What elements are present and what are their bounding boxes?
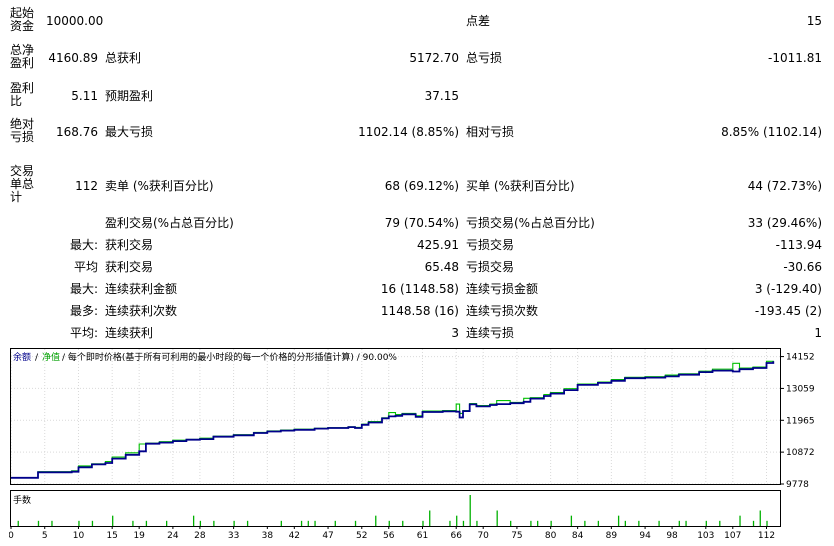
y-tick-label: 9778 [786, 480, 809, 490]
short-trades-label: 卖单 (%获利百分比) [105, 179, 214, 193]
x-tick-label: 24 [167, 531, 179, 541]
net-profit-value: 4160.89 [48, 51, 98, 65]
x-tick-label: 52 [356, 531, 367, 541]
y-tick-label: 13059 [786, 384, 815, 394]
avg-consec-wins-value: 3 [451, 326, 459, 340]
x-tick-label: 19 [133, 531, 145, 541]
max-consec-losses-label: 连续亏损金额 [466, 282, 539, 296]
loss-trades-label: 亏损交易(%占总百分比) [466, 216, 595, 230]
abs-drawdown-value: 168.76 [56, 125, 98, 139]
profit-factor-label: 盈利比 [10, 81, 35, 108]
x-tick-label: 98 [666, 531, 678, 541]
maximal-consec-profit-value: 1148.58 (16) [380, 304, 459, 318]
x-tick-label: 0 [9, 531, 14, 541]
max-consec-prefix: 最大: [69, 282, 98, 296]
x-tick-label: 89 [606, 531, 618, 541]
loss-trades-value: 33 (29.46%) [747, 216, 822, 230]
report-summary: 起始资金 10000.00 点差 15 总净盈利 4160.89 总获利 517… [0, 0, 834, 346]
x-tick-label: 70 [477, 531, 489, 541]
largest-prefix: 最大: [69, 238, 98, 252]
start-capital-label: 起始资金 [10, 6, 35, 33]
max-consec-wins-label: 连续获利金额 [105, 282, 178, 296]
long-trades-value: 44 (72.73%) [747, 179, 822, 193]
x-tick-label: 103 [697, 531, 714, 541]
volume-label: 手数 [13, 494, 31, 506]
total-trades-label: 交易单总计 [10, 164, 35, 204]
largest-profit-label: 获利交易 [105, 238, 154, 252]
short-trades-value: 68 (69.12%) [384, 179, 459, 193]
legend-mode: / 每个即时价格(基于所有可利用的最小时段的每一个价格的分形插值计算) / 90… [62, 351, 397, 363]
average-profit-value: 65.48 [424, 260, 459, 274]
x-tick-label: 107 [724, 531, 741, 541]
legend-equity: 净值 [42, 351, 60, 363]
average-loss-label: 亏损交易 [466, 260, 515, 274]
x-tick-label: 28 [194, 531, 206, 541]
maximal-consec-loss-value: -193.45 (2) [754, 304, 822, 318]
x-tick-label: 66 [450, 531, 462, 541]
profit-trades-label: 盈利交易(%占总百分比) [105, 216, 234, 230]
x-tick-label: 5 [42, 531, 48, 541]
long-trades-label: 买单 (%获利百分比) [466, 179, 575, 193]
maximal-consec-loss-label: 连续亏损次数 [466, 304, 539, 318]
x-tick-label: 33 [228, 531, 239, 541]
expected-payoff-value: 37.15 [424, 89, 459, 103]
avg-consec-wins-label: 连续获利 [105, 326, 154, 340]
x-tick-label: 94 [639, 531, 651, 541]
y-tick-label: 10872 [786, 448, 815, 458]
x-tick-label: 10 [73, 531, 85, 541]
y-tick-label: 14152 [786, 353, 815, 363]
avg-consec-losses-label: 连续亏损 [466, 326, 515, 340]
x-tick-label: 47 [322, 531, 333, 541]
x-tick-label: 15 [106, 531, 117, 541]
max-drawdown-label: 最大亏损 [105, 125, 154, 139]
balance-chart: 9778 10872 11965 13059 14152 0 5 10 15 19 24 28 33 3… [8, 347, 831, 543]
x-tick-label: 112 [758, 531, 775, 541]
average-prefix: 平均 [73, 260, 98, 274]
max-consec-wins-value: 16 (1148.58) [380, 282, 459, 296]
total-trades-value: 112 [75, 179, 98, 193]
x-tick-label: 38 [262, 531, 274, 541]
maximal-consec-profit-label: 连续获利次数 [105, 304, 178, 318]
avg-consec-prefix: 平均: [69, 326, 98, 340]
average-profit-label: 获利交易 [105, 260, 154, 274]
gross-profit-label: 总获利 [105, 51, 142, 65]
spread-label: 点差 [466, 14, 491, 28]
largest-loss-label: 亏损交易 [466, 238, 515, 252]
abs-drawdown-label: 绝对亏损 [10, 117, 35, 144]
rel-drawdown-label: 相对亏损 [466, 125, 515, 139]
avg-consec-losses-value: 1 [814, 326, 822, 340]
average-loss-value: -30.66 [783, 260, 822, 274]
start-capital-value: 10000.00 [46, 14, 104, 28]
rel-drawdown-value: 8.85% (1102.14) [721, 125, 822, 139]
profit-factor-value: 5.11 [71, 89, 98, 103]
profit-trades-value: 79 (70.54%) [384, 216, 459, 230]
spread-value: 15 [806, 14, 822, 28]
expected-payoff-label: 预期盈利 [105, 89, 154, 103]
x-tick-label: 84 [572, 531, 584, 541]
largest-profit-value: 425.91 [417, 238, 459, 252]
net-profit-label: 总净盈利 [10, 43, 35, 70]
legend-balance: 余额 [13, 351, 31, 363]
max-consec-losses-value: 3 (-129.40) [754, 282, 822, 296]
balance-chart-svg: 9778 10872 11965 13059 14152 0 5 10 15 19 24 28 33 3… [8, 347, 831, 543]
y-tick-label: 11965 [786, 416, 815, 426]
x-tick-label: 56 [383, 531, 395, 541]
gross-loss-label: 总亏损 [466, 51, 503, 65]
x-tick-label: 61 [417, 531, 428, 541]
x-tick-label: 80 [545, 531, 557, 541]
maximal-prefix: 最多: [69, 304, 98, 318]
x-tick-label: 42 [289, 531, 300, 541]
largest-loss-value: -113.94 [775, 238, 822, 252]
x-tick-label: 75 [511, 531, 522, 541]
max-drawdown-value: 1102.14 (8.85%) [358, 125, 459, 139]
gross-loss-value: -1011.81 [768, 51, 822, 65]
gross-profit-value: 5172.70 [409, 51, 459, 65]
